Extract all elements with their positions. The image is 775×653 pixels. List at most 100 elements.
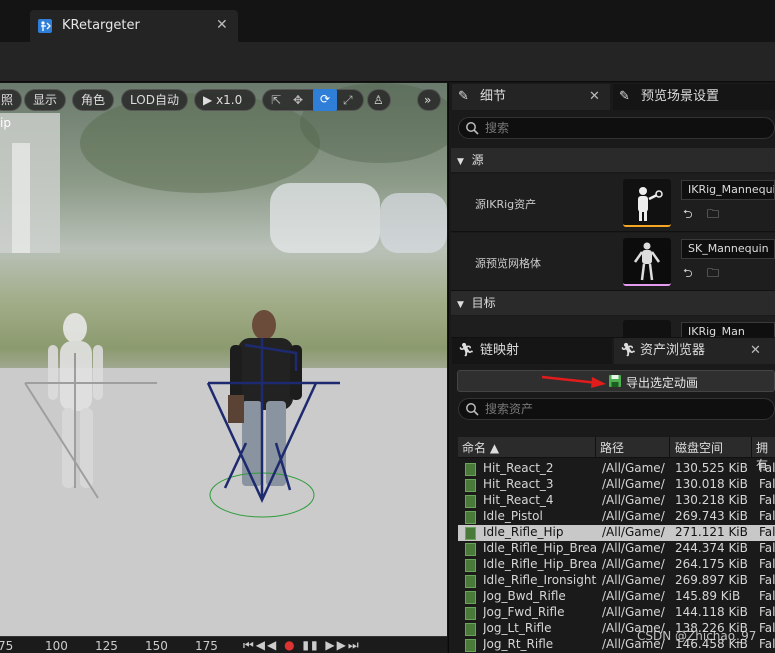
ikrig-thumbnail[interactable] <box>623 179 671 227</box>
table-row[interactable]: Hit_React_3/All/Game/130.018 KiB Fal <box>458 477 775 493</box>
row-name: Jog_Rt_Rifle <box>483 637 554 651</box>
table-row[interactable]: Idle_Rifle_Hip_Break/All/Game/264.175 Ki… <box>458 557 775 573</box>
source-mesh-dropdown[interactable]: SK_Mannequin <box>681 239 775 259</box>
row-path: /All/Game/ <box>602 541 665 555</box>
source-mesh-value: SK_Mannequin <box>688 242 769 255</box>
timeline-tick: 125 <box>95 639 118 653</box>
column-name[interactable]: 命名 ▲ <box>462 439 499 456</box>
column-divider[interactable] <box>669 437 670 458</box>
source-ikrig-dropdown[interactable]: IKRig_Mannequin <box>681 180 775 200</box>
target-ikrig-dropdown[interactable]: IKRig_Man <box>681 322 775 337</box>
arrow-back-icon[interactable]: ⮌ <box>683 205 699 221</box>
row-name: Jog_Bwd_Rifle <box>483 589 566 603</box>
source-ikrig-row: 源IKRig资产 IKRig_Mannequin ⮌ 🗀 <box>451 174 775 232</box>
row-name: Idle_Rifle_Hip <box>483 525 564 539</box>
table-row[interactable]: Idle_Rifle_Hip_Break/All/Game/244.374 Ki… <box>458 541 775 557</box>
transport-controls[interactable]: ⏮◀◀ ● ▮▮ ▶▶⏭ <box>243 638 361 653</box>
row-name: Jog_Lt_Rifle <box>483 621 552 635</box>
row-owner: Fal <box>759 461 775 475</box>
chevron-down-icon: ▼ <box>457 157 464 167</box>
table-row[interactable]: Idle_Rifle_Ironsights/All/Game/269.897 K… <box>458 573 775 589</box>
table-row[interactable]: Hit_React_2/All/Game/130.525 KiB Fal <box>458 461 775 477</box>
target-ikrig-row: IKRig_Man <box>451 316 775 338</box>
search-placeholder: 搜索 <box>485 121 510 135</box>
chevron-right-icon[interactable]: » <box>417 89 441 111</box>
browse-folder-icon[interactable]: 🗀 <box>707 205 723 221</box>
running-man-icon: 🏃︎ <box>458 343 475 358</box>
row-owner: Fal <box>759 509 775 523</box>
export-selected-animations-button[interactable]: 导出选定动画 <box>457 370 775 392</box>
row-owner: Fal <box>759 573 775 587</box>
timeline-bar[interactable]: 75 100 125 150 175 ⏮◀◀ ● ▮▮ ▶▶⏭ <box>0 636 447 653</box>
details-search-input[interactable]: 搜索 <box>458 117 775 139</box>
column-disk-size[interactable]: 磁盘空间 <box>675 439 723 456</box>
section-source[interactable]: ▼ 源 <box>451 148 775 172</box>
play-icon: ▶ <box>203 93 213 107</box>
arrow-back-icon[interactable]: ⮌ <box>683 264 699 280</box>
scale-icon[interactable]: ⤢ <box>343 90 353 110</box>
row-size: 269.743 KiB <box>675 509 748 523</box>
tab-details[interactable]: ✎ 细节 ✕ <box>452 84 610 110</box>
title-bar: KRetargeter ✕ <box>0 0 775 42</box>
mannequin-icon[interactable]: ♙ <box>367 89 391 111</box>
search-icon <box>466 403 479 416</box>
anim-sequence-icon <box>465 543 476 556</box>
tab-chain-mapping[interactable]: 🏃︎ 链映射 <box>452 338 612 364</box>
close-icon[interactable]: ✕ <box>589 84 600 110</box>
editor-tab[interactable]: KRetargeter ✕ <box>30 10 238 42</box>
column-divider[interactable] <box>751 437 752 458</box>
asset-search-placeholder: 搜索资产 <box>485 402 534 416</box>
timeline-tick: 100 <box>45 639 68 653</box>
close-icon[interactable]: ✕ <box>216 17 228 33</box>
row-name: Idle_Rifle_Hip_Break <box>483 557 597 571</box>
row-owner: Fal <box>759 589 775 603</box>
character-button[interactable]: 角色 <box>72 89 115 111</box>
table-row[interactable]: Jog_Bwd_Rifle/All/Game/145.89 KiB Fal <box>458 589 775 605</box>
row-owner: Fal <box>759 637 775 651</box>
timeline-tick: 175 <box>195 639 218 653</box>
anim-sequence-icon <box>465 623 476 636</box>
lod-button[interactable]: LOD自动 <box>121 89 188 111</box>
table-row[interactable]: Jog_Fwd_Rifle/All/Game/144.118 KiB Fal <box>458 605 775 621</box>
close-icon[interactable]: ✕ <box>750 338 761 364</box>
tab-asset-browser[interactable]: 🏃︎ 资产浏览器 ✕ <box>614 338 775 364</box>
anim-sequence-icon <box>465 607 476 620</box>
table-row[interactable]: Idle_Pistol/All/Game/269.743 KiB Fal <box>458 509 775 525</box>
retargeter-icon <box>38 19 52 33</box>
rotate-icon[interactable]: ⟳ <box>313 89 337 111</box>
row-size: 264.175 KiB <box>675 557 748 571</box>
mesh-thumbnail[interactable] <box>623 238 671 286</box>
row-path: /All/Game/ <box>602 557 665 571</box>
target-ikrig-thumbnail[interactable] <box>623 320 671 337</box>
row-size: 269.897 KiB <box>675 573 748 587</box>
row-path: /All/Game/ <box>602 461 665 475</box>
browse-folder-icon[interactable]: 🗀 <box>707 264 723 280</box>
select-icon[interactable]: ⇱ <box>271 90 281 110</box>
playback-speed-button[interactable]: ▶ x1.0 <box>194 89 256 111</box>
mannequin-icon <box>633 242 661 281</box>
anim-sequence-icon <box>465 511 476 524</box>
anim-sequence-icon <box>465 495 476 508</box>
row-owner: Fal <box>759 493 775 507</box>
move-icon[interactable]: ✥ <box>293 90 303 110</box>
tab-preview-settings[interactable]: ✎ 预览场景设置 <box>613 84 775 110</box>
table-row[interactable]: Hit_React_4/All/Game/130.218 KiB Fal <box>458 493 775 509</box>
row-path: /All/Game/ <box>602 605 665 619</box>
row-size: 130.525 KiB <box>675 461 748 475</box>
character-label: 角色 <box>81 93 106 107</box>
column-path[interactable]: 路径 <box>600 439 624 456</box>
source-mesh-label: 源预览网格体 <box>475 257 541 270</box>
asset-search-input[interactable]: 搜索资产 <box>458 398 775 420</box>
show-label: 显示 <box>33 93 58 107</box>
show-button[interactable]: 显示 <box>24 89 67 111</box>
column-divider[interactable] <box>595 437 596 458</box>
lighting-button[interactable]: 照 <box>0 89 23 111</box>
row-size: 130.218 KiB <box>675 493 748 507</box>
table-row[interactable]: Idle_Rifle_Hip/All/Game/271.121 KiB Fal <box>458 525 775 541</box>
row-name: Hit_React_2 <box>483 461 554 475</box>
source-ikrig-label: 源IKRig资产 <box>475 198 537 211</box>
section-target[interactable]: ▼ 目标 <box>451 291 775 315</box>
viewport[interactable]: 照 显示 角色 LOD自动 ▶ x1.0 ⇱ ✥ ⟳ ⤢ ♙ » ip <box>0 83 447 636</box>
transform-tools: ⇱ ✥ ⟳ ⤢ <box>262 89 364 111</box>
row-name: Idle_Rifle_Ironsights <box>483 573 597 587</box>
